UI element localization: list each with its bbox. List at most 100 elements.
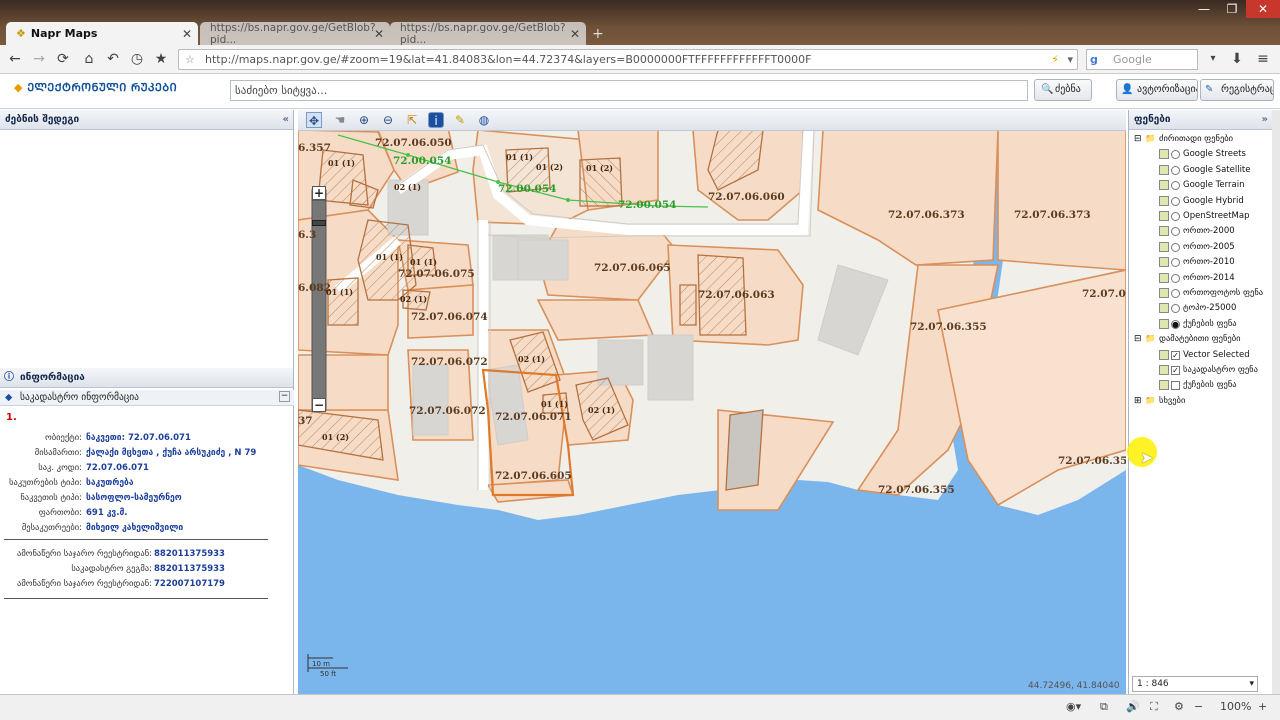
search-results-header: ძებნის შედეგი « (0, 110, 293, 130)
layer-radio[interactable] (1171, 212, 1180, 221)
layer-item[interactable]: Google Terrain (1129, 178, 1272, 193)
layer-group[interactable]: ⊟ 📁 დამატებითი ფენები (1129, 332, 1272, 347)
napr-logo[interactable]: ◆ ᲔᲚᲔᲥᲢᲠᲝᲜᲣᲚᲘ ᲠᲣᲙᲔᲑᲘ (14, 80, 177, 95)
web-search-input[interactable]: g Google (1086, 49, 1198, 70)
parcel-label: 72.07.06.063 (698, 289, 775, 301)
zoom-out-tool-icon[interactable]: ⊖ (380, 112, 396, 128)
page-scrollbar[interactable] (1272, 110, 1280, 694)
layer-item[interactable]: OpenStreetMap (1129, 209, 1272, 224)
layer-radio[interactable]: ● (1171, 319, 1180, 329)
layer-radio[interactable] (1171, 150, 1180, 160)
layer-radio[interactable] (1171, 227, 1180, 237)
layer-item[interactable]: Google Satellite (1129, 163, 1272, 178)
layer-item[interactable]: ორთო-2005 (1129, 240, 1272, 255)
search-button[interactable]: 🔍 ძებნა (1034, 79, 1092, 101)
menu-icon[interactable]: ≡ (1254, 50, 1272, 68)
expand-icon[interactable]: ⊟ (1134, 132, 1142, 147)
highlight-tool-icon[interactable]: ✎ (452, 112, 468, 128)
forward-button[interactable]: → (30, 50, 48, 68)
layer-item[interactable]: ორთოფოტოს ფენა (1129, 286, 1272, 301)
layer-item[interactable]: ✓ Vector Selected (1129, 348, 1272, 363)
close-tab-icon[interactable]: ✕ (182, 27, 192, 41)
layer-item[interactable]: ✓ საკადასტრო ფენა (1129, 363, 1272, 378)
settings-icon[interactable]: ⚙ (1174, 700, 1184, 713)
collapse-info-button[interactable]: − (279, 391, 290, 402)
zoom-in-tool-icon[interactable]: ⊕ (356, 112, 372, 128)
layer-checkbox[interactable]: ✓ (1171, 366, 1180, 375)
layer-checkbox[interactable] (1171, 381, 1180, 391)
lightning-icon[interactable]: ⚡ (1051, 50, 1059, 69)
layer-item[interactable]: Google Hybrid (1129, 194, 1272, 209)
layer-label: ორთო-2005 (1183, 241, 1235, 252)
parcel-label: 72.07.06.355 (910, 321, 987, 333)
layer-item[interactable]: ● ქუჩების ფენა (1129, 317, 1272, 332)
close-tab-icon[interactable]: ✕ (570, 27, 580, 41)
info-header: ⓘ ინფორმაცია (0, 368, 293, 388)
layer-radio[interactable] (1171, 304, 1180, 314)
layer-item[interactable]: ტოპო-25000 (1129, 301, 1272, 316)
layer-item[interactable]: ორთო-2000 (1129, 224, 1272, 239)
layer-radio[interactable] (1171, 181, 1180, 191)
addon-icon[interactable]: ◉▾ (1066, 700, 1081, 713)
layer-radio[interactable] (1171, 273, 1180, 283)
extract-link[interactable]: 882011375933 (154, 549, 225, 559)
download-icon[interactable]: ⬇ (1228, 50, 1246, 68)
register-button[interactable]: ✎რეგისტრაცია (1200, 79, 1274, 101)
minimize-button[interactable]: — (1190, 0, 1218, 18)
search-dropdown-icon[interactable]: ▾ (1204, 50, 1222, 68)
login-button[interactable]: 👤 ავტორიზაცია (1116, 79, 1198, 101)
expand-icon[interactable]: ⊞ (1134, 394, 1142, 409)
layer-group[interactable]: ⊟ 📁 ძირითადი ფენები (1129, 132, 1272, 147)
home-button[interactable]: ⌂ (80, 50, 98, 68)
layer-radio[interactable] (1171, 258, 1180, 268)
scale-select[interactable]: 1 : 846 ▾ (1132, 676, 1258, 692)
zoom-slider-handle[interactable] (312, 220, 326, 226)
layer-group[interactable]: ⊞ 📁 სხვები (1129, 394, 1272, 409)
collapse-right-icon[interactable]: » (1262, 110, 1268, 130)
layer-item[interactable]: ორთო-2014 (1129, 271, 1272, 286)
bookmark-icon[interactable]: ★ (152, 50, 170, 68)
back-button[interactable]: ← (6, 50, 24, 68)
map-canvas[interactable]: 72.07.06.050 72.00.054 72.00.054 72.00.054… (298, 110, 1126, 694)
zoom-out-button[interactable]: − (312, 398, 326, 412)
collapse-left-icon[interactable]: « (283, 110, 289, 130)
fullscreen-icon[interactable]: ⛶ (1150, 700, 1158, 714)
maximize-button[interactable]: ❐ (1218, 0, 1246, 18)
star-icon[interactable]: ☆ (185, 50, 195, 69)
url-input[interactable]: ☆ http://maps.napr.gov.ge/#zoom=19&lat=4… (178, 49, 1078, 70)
pan-tool-icon[interactable]: ✥ (306, 112, 322, 128)
result-number: 1. (6, 412, 17, 423)
map-search-input[interactable]: საძიებო სიტყვა... (230, 80, 1028, 101)
tab-blob-1[interactable]: https://bs.napr.gov.ge/GetBlob?pid... ✕ (200, 22, 390, 46)
layer-checkbox[interactable]: ✓ (1171, 350, 1180, 360)
tab-blob-2[interactable]: https://bs.napr.gov.ge/GetBlob?pid... ✕ (390, 22, 586, 46)
measure-icon[interactable]: ⇱ (404, 112, 420, 128)
close-tab-icon[interactable]: ✕ (374, 27, 384, 41)
history-button[interactable]: ◷ (128, 50, 146, 68)
layer-radio[interactable] (1171, 196, 1180, 206)
layer-item[interactable]: ქუჩების ფენა (1129, 378, 1272, 393)
new-tab-button[interactable]: + (592, 26, 604, 42)
layer-item[interactable]: ორთო-2010 (1129, 255, 1272, 270)
extract-link[interactable]: 882011375933 (154, 564, 225, 574)
globe-icon[interactable]: ◍ (476, 112, 492, 128)
extract-link[interactable]: 722007107179 (154, 579, 225, 589)
dropdown-icon[interactable]: ▾ (1067, 50, 1073, 69)
close-window-button[interactable]: ✕ (1246, 0, 1280, 18)
zoom-in-button[interactable]: + (312, 186, 326, 200)
expand-icon[interactable]: ⊟ (1134, 332, 1142, 347)
zoom-out-status-icon[interactable]: − (1194, 700, 1203, 713)
hand-tool-icon[interactable]: ☚ (332, 112, 348, 128)
layer-radio[interactable] (1171, 289, 1180, 298)
layer-item[interactable]: Google Streets (1129, 147, 1272, 162)
undo-button[interactable]: ↶ (104, 50, 122, 68)
tab-napr-maps[interactable]: ❖ Napr Maps ✕ (6, 22, 198, 45)
layer-radio[interactable] (1171, 242, 1180, 252)
layer-radio[interactable] (1171, 165, 1180, 175)
building-label: 01 (1) (376, 252, 403, 262)
info-tool-icon[interactable]: i (428, 112, 444, 128)
reload-button[interactable]: ⟳ (54, 50, 72, 68)
zoom-in-status-icon[interactable]: + (1258, 700, 1267, 713)
speaker-icon[interactable]: 🔊 (1126, 700, 1140, 713)
page-icon[interactable]: ⧉ (1100, 700, 1108, 714)
